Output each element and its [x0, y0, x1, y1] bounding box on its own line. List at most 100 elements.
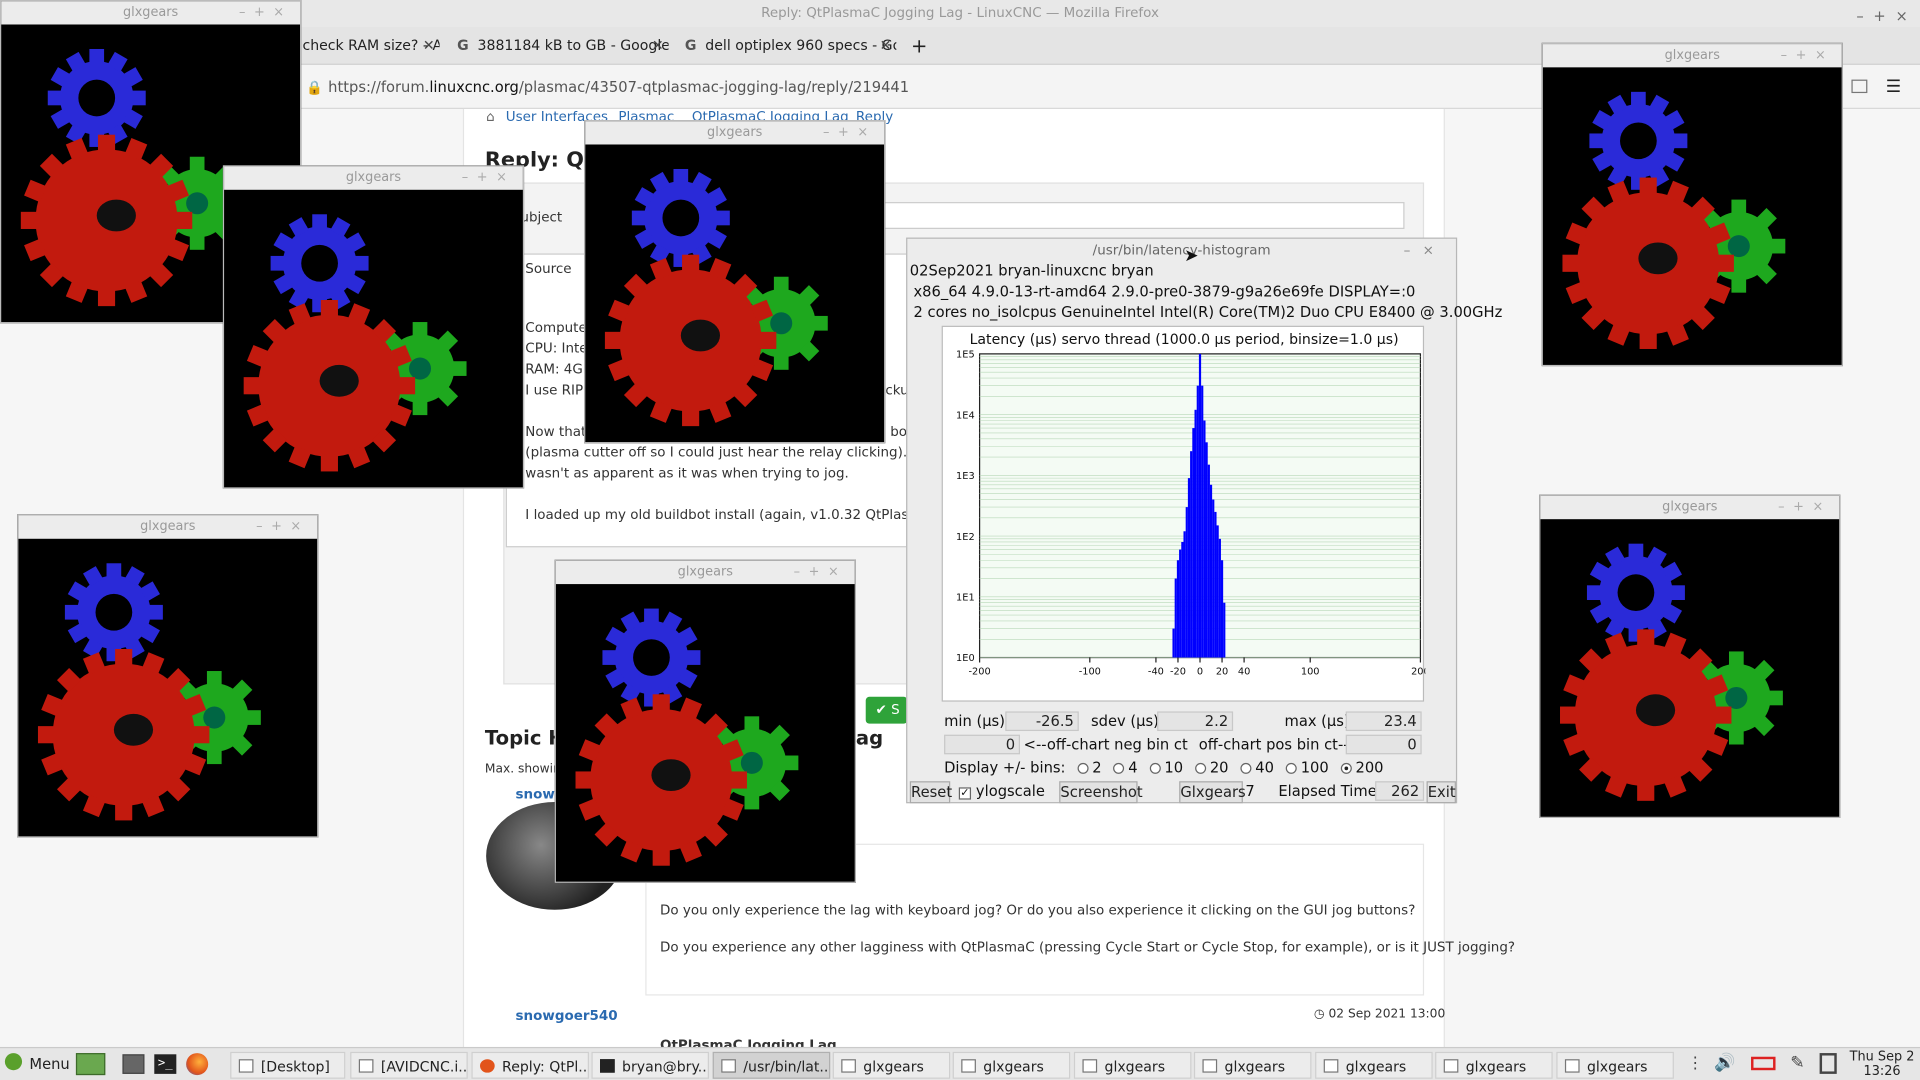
clock[interactable]: Thu Sep 2 13:26	[1847, 1049, 1918, 1078]
taskbar-item[interactable]: glxgears	[1435, 1051, 1553, 1079]
glxgears-title-bar[interactable]: glxgears –+×	[224, 166, 523, 190]
tab-google-kb[interactable]: G 3881184 kB to GB - Google ✕	[456, 27, 669, 65]
taskbar-item[interactable]: Reply: QtPl...	[471, 1051, 589, 1079]
window-controls-icon[interactable]: –+×	[1778, 496, 1832, 519]
glxgears-title-bar[interactable]: glxgears –+×	[1, 1, 301, 25]
glxgears-title-bar[interactable]: glxgears –+×	[555, 560, 855, 585]
glxgears-window[interactable]: glxgears –+×	[554, 559, 856, 883]
exit-button[interactable]: Exit	[1426, 781, 1456, 804]
window-controls-icon[interactable]: –+×	[256, 516, 310, 539]
window-icon	[961, 1059, 976, 1073]
info-line: x86_64 4.9.0-13-rt-amd64 2.9.0-pre0-3879…	[913, 282, 1416, 301]
menu-button[interactable]: Menu	[29, 1053, 69, 1075]
tab-close-icon[interactable]: ✕	[880, 27, 892, 65]
volume-icon[interactable]: 🔊	[1714, 1053, 1735, 1073]
tab-close-icon[interactable]: ✕	[423, 27, 435, 65]
tab-ram[interactable]: check RAM size? - As ✕	[302, 27, 439, 65]
editor-line: I use RIP	[525, 382, 584, 398]
pos-bin-count: 0	[1345, 734, 1422, 755]
terminal-icon[interactable]: >_	[154, 1054, 177, 1074]
screenshot-icon[interactable]	[1851, 79, 1868, 94]
y-tick-label: 1E4	[956, 410, 975, 421]
histogram-bar	[1198, 353, 1202, 658]
bin-radio-20[interactable]	[1195, 762, 1207, 774]
ylogscale-label: ylogscale	[975, 782, 1045, 800]
window-controls-icon[interactable]: –+×	[794, 561, 848, 584]
window-controls-icon[interactable]: –+×	[239, 1, 293, 24]
latency-title-bar[interactable]: /usr/bin/latency-histogram –×	[907, 239, 1456, 262]
bin-radio-100[interactable]	[1286, 762, 1298, 774]
histogram-bar	[1181, 541, 1184, 658]
glxgears-title-bar[interactable]: glxgears –+×	[18, 515, 318, 539]
url-bar[interactable]: 🔒 https://forum.linuxcnc.org/plasmac/4350…	[301, 73, 1574, 101]
window-icon	[721, 1059, 736, 1073]
taskbar-item[interactable]: [AVIDCNC.i...	[350, 1051, 468, 1079]
window-controls-icon[interactable]: –+×	[1781, 44, 1835, 67]
taskbar-item[interactable]: /usr/bin/lat...	[712, 1051, 831, 1079]
bin-radio-2[interactable]	[1077, 762, 1089, 774]
bin-label: 2	[1092, 759, 1102, 777]
glxgears-window[interactable]: glxgears –+×	[17, 514, 319, 838]
tab-google-dell[interactable]: Gdell optiplex 960 specs - Go ✕	[683, 27, 897, 65]
firefox-icon[interactable]	[186, 1053, 209, 1076]
window-icon	[1564, 1059, 1580, 1073]
taskbar-item[interactable]: glxgears	[1193, 1051, 1312, 1079]
ylogscale-checkbox[interactable]: ✓ ylogscale	[958, 782, 1045, 800]
window-title: glxgears	[707, 124, 763, 140]
submit-button[interactable]: ✔ S	[865, 696, 908, 724]
glxgears-title-bar[interactable]: glxgears –+×	[585, 121, 885, 145]
taskbar-item[interactable]: glxgears	[1073, 1051, 1192, 1079]
tab-close-icon[interactable]: ✕	[652, 27, 664, 65]
taskbar-item[interactable]: glxgears	[952, 1051, 1071, 1079]
mint-menu-icon[interactable]	[4, 1053, 23, 1071]
close-icon[interactable]: ×	[1895, 2, 1907, 29]
window-icon	[1202, 1059, 1218, 1073]
window-title: glxgears	[140, 519, 196, 534]
glxgears-title-bar[interactable]: glxgears –+×	[1542, 44, 1842, 68]
reset-button[interactable]: Reset	[909, 781, 952, 804]
maximize-icon[interactable]: +	[1873, 2, 1885, 29]
glxgears-window[interactable]: glxgears –+×	[584, 120, 886, 444]
taskbar-item[interactable]: glxgears	[1556, 1051, 1674, 1079]
files-icon[interactable]	[122, 1054, 145, 1074]
subject-input[interactable]	[868, 202, 1405, 229]
taskbar-item[interactable]: [Desktop]	[230, 1051, 346, 1079]
new-tab-button[interactable]: +	[911, 27, 931, 65]
bin-label: 4	[1128, 759, 1138, 777]
x-tick-label: -200	[968, 667, 990, 678]
taskbar-item[interactable]: glxgears	[1315, 1051, 1433, 1079]
source-button[interactable]: Source	[525, 261, 571, 277]
gears-icon	[575, 608, 799, 866]
bin-radio-200[interactable]	[1340, 762, 1352, 774]
window-controls-icon[interactable]: –+×	[462, 167, 516, 190]
glxgears-button[interactable]: Glxgears	[1179, 781, 1246, 804]
taskbar-item[interactable]: glxgears	[832, 1051, 951, 1079]
glxgears-title-bar[interactable]: glxgears –+×	[1540, 495, 1840, 520]
taskbar-item[interactable]: bryan@bry...	[591, 1051, 709, 1079]
window-controls-icon[interactable]: –×	[1404, 239, 1447, 262]
window-title: glxgears	[1662, 499, 1718, 515]
hamburger-menu-icon[interactable]: ☰	[1886, 77, 1901, 97]
glxgears-window[interactable]: glxgears –+×	[1541, 42, 1843, 367]
minimize-icon[interactable]: –	[1856, 2, 1863, 29]
document-icon	[358, 1059, 374, 1073]
home-icon[interactable]: ⌂	[486, 109, 495, 125]
x-tick-label: 20	[1216, 667, 1228, 678]
network-icon[interactable]: ⋮	[1687, 1054, 1703, 1072]
clipboard-icon[interactable]	[1819, 1053, 1837, 1074]
latency-histogram-window[interactable]: /usr/bin/latency-histogram –× 02Sep2021 b…	[906, 237, 1502, 804]
glxgears-window[interactable]: glxgears –+×	[1539, 494, 1841, 818]
histogram-bar	[1212, 499, 1215, 658]
glxgears-window[interactable]: glxgears –+×	[222, 165, 525, 489]
tool-icon[interactable]: ✎	[1790, 1053, 1804, 1073]
screenshot-button[interactable]: Screenshot	[1059, 781, 1143, 804]
show-desktop-icon[interactable]	[75, 1053, 106, 1076]
checkbox-checked-icon[interactable]: ✓	[958, 787, 972, 800]
bin-radio-40[interactable]	[1240, 762, 1252, 774]
bin-radio-10[interactable]	[1149, 762, 1161, 774]
battery-icon[interactable]	[1751, 1056, 1776, 1071]
max-showing-text: Max. showin	[484, 762, 561, 777]
window-controls-icon[interactable]: –+×	[823, 121, 877, 144]
post-username[interactable]: snowgoer540	[516, 1008, 618, 1024]
bin-radio-4[interactable]	[1113, 762, 1125, 774]
